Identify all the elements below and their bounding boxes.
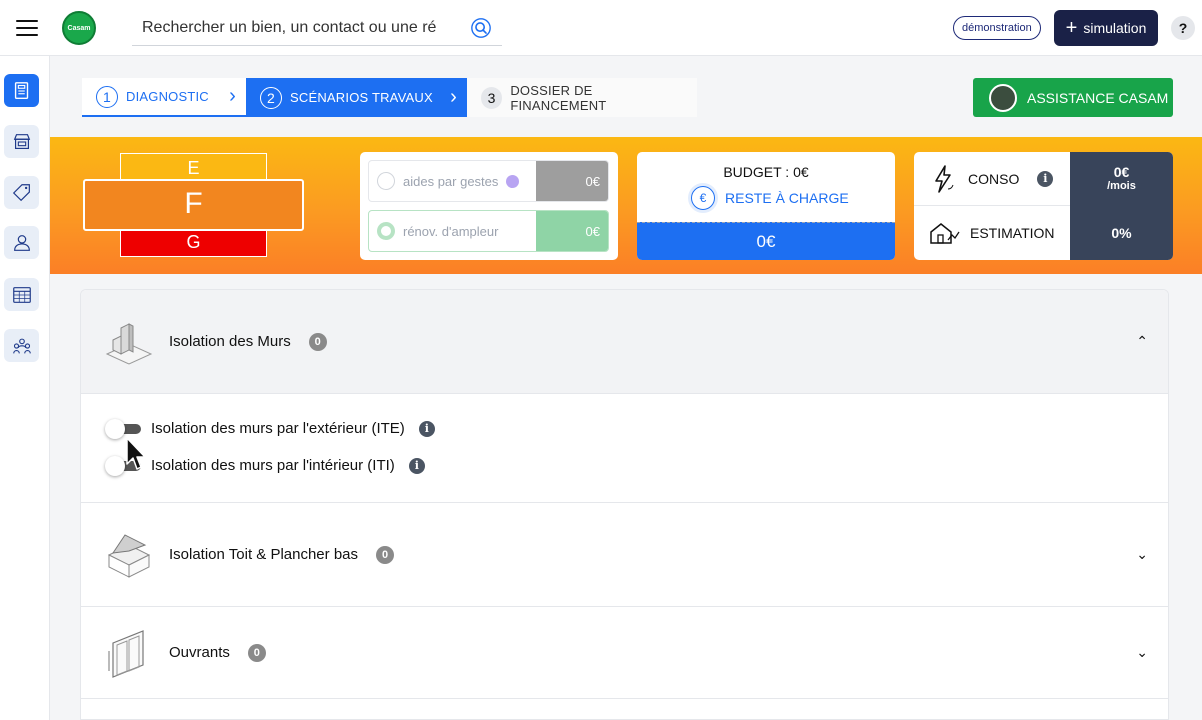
sidebar-item-contacts[interactable] <box>4 226 39 259</box>
option-ite: Isolation des murs par l'extérieur (ITE)… <box>105 418 435 439</box>
conso-row: CONSO i 0€ /mois <box>914 152 1173 206</box>
accordion-title: Ouvrants <box>169 644 230 661</box>
dpe-label-g: G <box>120 227 267 257</box>
option-label: Isolation des murs par l'intérieur (ITI) <box>151 457 395 474</box>
accordion-ouvrants[interactable]: Ouvrants 0 ⌄ <box>81 607 1168 699</box>
budget-title: BUDGET : 0€ <box>723 164 809 180</box>
count-badge: 0 <box>376 545 395 564</box>
stepper: 1 DIAGNOSTIC › 2 SCÉNARIOS TRAVAUX › 3 D… <box>82 78 697 117</box>
simulation-label: simulation <box>1083 20 1147 36</box>
conso-card: CONSO i 0€ /mois ESTIMATION 0% <box>914 152 1173 260</box>
accordion-body-isolation-murs: Isolation des murs par l'extérieur (ITE)… <box>81 394 1168 503</box>
store-icon <box>13 133 30 149</box>
demonstration-button[interactable]: démonstration <box>953 16 1041 40</box>
conso-unit: /mois <box>1107 180 1136 192</box>
top-bar: Casam démonstration + simulation ? <box>0 0 1202 56</box>
accordion-isolation-murs[interactable]: Isolation des Murs 0 ⌃ <box>81 290 1168 394</box>
conso-label: CONSO i <box>968 170 1054 187</box>
assistance-label: ASSISTANCE CASAM <box>1027 89 1169 106</box>
toggle-ite[interactable] <box>105 418 141 439</box>
estimation-row: ESTIMATION 0% <box>914 206 1173 260</box>
info-icon[interactable]: i <box>1037 170 1054 187</box>
search-icon[interactable] <box>470 17 492 39</box>
avatar <box>989 83 1017 112</box>
chevron-down-icon[interactable]: ⌄ <box>1136 644 1148 661</box>
accordion-isolation-toit[interactable]: Isolation Toit & Plancher bas 0 ⌄ <box>81 503 1168 607</box>
option-label: Isolation des murs par l'extérieur (ITE) <box>151 420 405 437</box>
step-dossier-financement[interactable]: 3 DOSSIER DE FINANCEMENT <box>467 78 697 117</box>
budget-card: BUDGET : 0€ € RESTE À CHARGE 0€ <box>637 152 895 260</box>
aides-par-gestes-option[interactable]: aides par gestes 0€ <box>368 160 609 202</box>
renov-ampleur-label: rénov. d'ampleur <box>403 223 499 239</box>
info-icon[interactable]: i <box>408 457 425 474</box>
aides-gestes-label: aides par gestes <box>403 173 499 189</box>
step-scenarios-travaux[interactable]: 2 SCÉNARIOS TRAVAUX › <box>246 78 467 117</box>
sidebar <box>0 56 50 720</box>
estimation-label: ESTIMATION <box>970 225 1055 241</box>
reste-label: RESTE À CHARGE <box>725 190 849 206</box>
step-diagnostic[interactable]: 1 DIAGNOSTIC › <box>82 78 246 117</box>
chevron-right-icon: › <box>229 85 236 107</box>
radio-button[interactable] <box>377 172 395 190</box>
dossiers-icon <box>14 81 28 99</box>
conso-text: CONSO <box>968 170 1020 187</box>
sidebar-item-tag[interactable] <box>4 176 39 209</box>
logo[interactable]: Casam <box>62 11 96 45</box>
window-icon <box>108 629 144 678</box>
status-dot-icon <box>506 174 520 188</box>
help-button[interactable]: ? <box>1171 16 1195 40</box>
accordion-title: Isolation des Murs <box>169 333 291 350</box>
step-label: DOSSIER DE FINANCEMENT <box>510 82 607 113</box>
step-label: DIAGNOSTIC <box>126 89 209 104</box>
plus-icon: + <box>1065 17 1078 39</box>
chevron-up-icon[interactable]: ⌃ <box>1136 333 1148 350</box>
step-label: SCÉNARIOS TRAVAUX <box>290 90 433 105</box>
dpe-label-current: F <box>83 179 304 231</box>
chevron-right-icon: › <box>450 86 457 108</box>
euro-icon: € <box>691 186 715 210</box>
count-badge: 0 <box>247 643 266 662</box>
sidebar-item-store[interactable] <box>4 125 39 158</box>
new-simulation-button[interactable]: + simulation <box>1054 10 1158 46</box>
works-accordion: Isolation des Murs 0 ⌃ Isolation des mur… <box>80 289 1169 720</box>
step-number: 3 <box>481 86 503 109</box>
hamburger-menu-icon[interactable] <box>16 20 38 36</box>
assistance-button[interactable]: ASSISTANCE CASAM <box>973 78 1173 117</box>
radio-button[interactable] <box>377 222 395 240</box>
sidebar-item-crm[interactable] <box>4 329 39 362</box>
option-iti: Isolation des murs par l'intérieur (ITI)… <box>105 455 425 476</box>
accordion-title: Isolation Toit & Plancher bas <box>169 546 359 563</box>
conso-value: 0€ /mois <box>1070 152 1173 206</box>
wall-insulation-icon <box>105 322 153 365</box>
search-input[interactable] <box>132 12 462 44</box>
roof-insulation-icon <box>107 533 151 578</box>
renov-ampleur-value: 0€ <box>536 211 608 251</box>
reste-value: 0€ <box>637 222 895 260</box>
dpe-label-e: E <box>120 153 267 181</box>
aides-gestes-value: 0€ <box>536 161 608 201</box>
renov-ampleur-option[interactable]: rénov. d'ampleur 0€ <box>368 210 609 252</box>
conso-amount: 0€ <box>1113 164 1130 180</box>
info-icon[interactable]: i <box>418 420 435 437</box>
contacts-icon <box>13 234 30 251</box>
count-badge: 0 <box>308 332 327 351</box>
house-trend-icon <box>930 223 960 244</box>
reste-a-charge: € RESTE À CHARGE <box>691 186 849 210</box>
lightning-icon <box>935 164 954 193</box>
chevron-down-icon[interactable]: ⌄ <box>1136 546 1148 563</box>
calendar-icon <box>12 286 31 303</box>
crm-icon <box>12 338 31 353</box>
estimation-value: 0% <box>1070 206 1173 260</box>
search-bar <box>132 12 502 46</box>
step-number: 2 <box>260 86 282 109</box>
aides-card: aides par gestes 0€ rénov. d'ampleur 0€ <box>360 152 618 260</box>
mouse-cursor-icon <box>126 437 146 470</box>
tag-icon <box>12 183 30 201</box>
step-number: 1 <box>96 85 118 108</box>
sidebar-item-calendar[interactable] <box>4 278 39 311</box>
sidebar-item-dossiers[interactable] <box>4 74 39 107</box>
